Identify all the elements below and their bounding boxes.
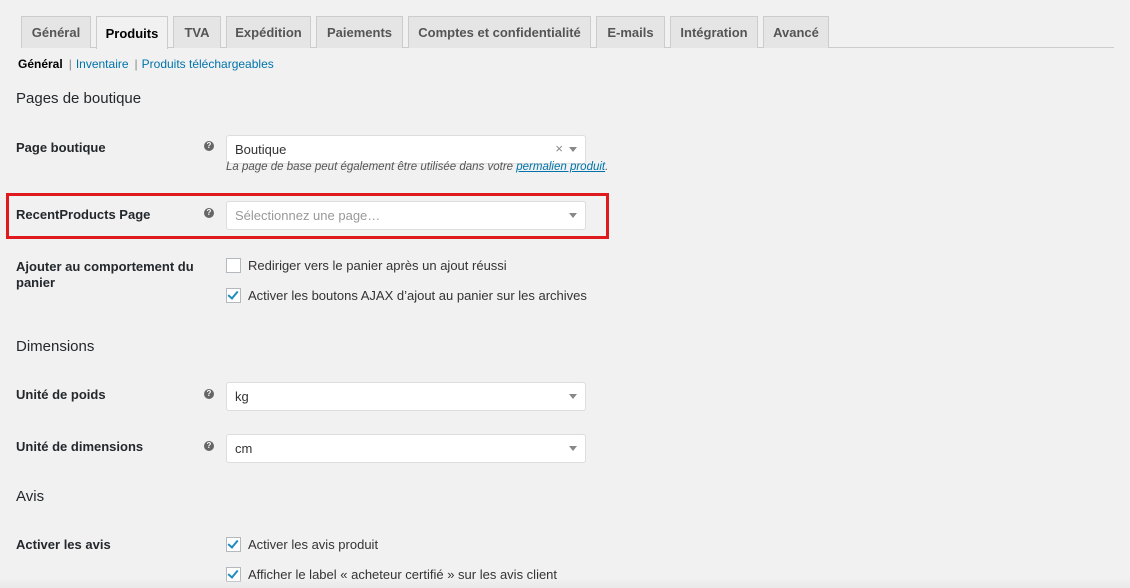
- dimension-unit-value: cm: [235, 441, 253, 456]
- recent-products-page-placeholder: Sélectionnez une page…: [235, 208, 381, 223]
- enable-product-reviews-option: Activer les avis produit: [226, 537, 378, 552]
- subnav-current-general: Général: [18, 57, 63, 71]
- recent-products-page-label: RecentProducts Page: [16, 207, 151, 222]
- shop-page-desc-suffix: .: [605, 161, 609, 173]
- shop-page-select[interactable]: Boutique ×: [226, 135, 586, 164]
- shop-page-description: La page de base peut également être util…: [226, 161, 608, 173]
- question-circle-icon[interactable]: ?: [204, 389, 214, 399]
- subnav-link-downloadable[interactable]: Produits téléchargeables: [142, 57, 274, 71]
- weight-unit-label: Unité de poids: [16, 387, 106, 402]
- sub-navigation: Général | Inventaire | Produits téléchar…: [18, 57, 274, 71]
- tab-tax[interactable]: TVA: [173, 16, 221, 48]
- tab-shipping[interactable]: Expédition: [226, 16, 311, 48]
- redirect-to-cart-option: Rediriger vers le panier après un ajout …: [226, 258, 507, 273]
- settings-tabs: Général Produits TVA Expédition Paiement…: [21, 16, 1114, 49]
- enable-product-reviews-label[interactable]: Activer les avis produit: [248, 537, 378, 552]
- tab-payments[interactable]: Paiements: [316, 16, 403, 48]
- shop-page-label: Page boutique: [16, 140, 106, 155]
- question-circle-icon[interactable]: ?: [204, 141, 214, 151]
- weight-unit-value: kg: [235, 389, 249, 404]
- enable-product-reviews-checkbox[interactable]: [226, 537, 241, 552]
- bottom-shadow: [0, 578, 1130, 588]
- shop-page-value: Boutique: [235, 142, 287, 157]
- section-title-reviews: Avis: [16, 488, 45, 505]
- dimension-unit-select[interactable]: cm: [226, 434, 586, 463]
- redirect-to-cart-label[interactable]: Rediriger vers le panier après un ajout …: [248, 258, 507, 273]
- subnav-separator: |: [68, 57, 72, 71]
- question-circle-icon[interactable]: ?: [204, 208, 214, 218]
- tab-accounts-privacy[interactable]: Comptes et confidentialité: [408, 16, 591, 48]
- ajax-add-to-cart-checkbox[interactable]: [226, 288, 241, 303]
- enable-reviews-label: Activer les avis: [16, 537, 111, 552]
- chevron-down-icon: [569, 147, 577, 152]
- section-title-shop-pages: Pages de boutique: [16, 90, 142, 107]
- chevron-down-icon: [569, 446, 577, 451]
- recent-products-page-select[interactable]: Sélectionnez une page…: [226, 201, 586, 230]
- cart-behaviour-label: Ajouter au comportement du panier: [16, 259, 194, 290]
- tab-products[interactable]: Produits: [96, 16, 168, 49]
- chevron-down-icon: [569, 213, 577, 218]
- permalink-link[interactable]: permalien produit: [516, 161, 605, 173]
- ajax-add-to-cart-option: Activer les boutons AJAX d’ajout au pani…: [226, 288, 587, 303]
- chevron-down-icon: [569, 394, 577, 399]
- ajax-add-to-cart-label[interactable]: Activer les boutons AJAX d’ajout au pani…: [248, 288, 587, 303]
- shop-page-desc-text: La page de base peut également être util…: [226, 161, 514, 173]
- tab-emails[interactable]: E-mails: [596, 16, 665, 48]
- section-title-dimensions: Dimensions: [16, 338, 95, 355]
- question-circle-icon[interactable]: ?: [204, 441, 214, 451]
- subnav-link-inventory[interactable]: Inventaire: [76, 57, 129, 71]
- weight-unit-select[interactable]: kg: [226, 382, 586, 411]
- tab-advanced[interactable]: Avancé: [763, 16, 829, 48]
- checkmark-icon: [227, 537, 239, 549]
- dimension-unit-label: Unité de dimensions: [16, 439, 144, 454]
- subnav-separator: |: [134, 57, 138, 71]
- redirect-to-cart-checkbox[interactable]: [226, 258, 241, 273]
- tab-integration[interactable]: Intégration: [670, 16, 758, 48]
- tab-general[interactable]: Général: [21, 16, 91, 48]
- close-icon[interactable]: ×: [555, 141, 563, 156]
- checkmark-icon: [227, 288, 239, 300]
